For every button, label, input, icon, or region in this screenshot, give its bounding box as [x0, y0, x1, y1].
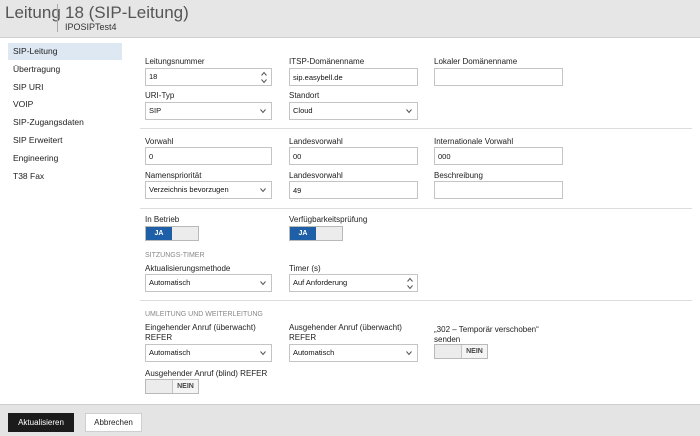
- methode-label: Aktualisierungsmethode: [145, 264, 231, 273]
- standort-select[interactable]: Cloud: [289, 102, 418, 120]
- in-betrieb-label: In Betrieb: [145, 215, 180, 224]
- in-betrieb-toggle[interactable]: JA: [145, 226, 199, 241]
- footer-bar: Aktualisieren Abbrechen: [0, 404, 700, 436]
- sidebar-item-sip-uri[interactable]: SIP URI: [8, 79, 122, 96]
- internationale-vorwahl-input[interactable]: [434, 147, 563, 165]
- namensprioritaet-select[interactable]: Verzeichnis bevorzugen: [145, 181, 272, 199]
- session-timer-title: SITZUNGS-TIMER: [145, 252, 205, 259]
- standort-label: Standort: [289, 91, 320, 100]
- standort-value: Cloud: [293, 106, 313, 115]
- leitungsnummer-label: Leitungsnummer: [145, 57, 205, 66]
- incoming-label-line1: Eingehender Anruf (überwacht): [145, 323, 256, 332]
- methode-select[interactable]: Automatisch: [145, 274, 272, 292]
- chevron-down-icon: [260, 109, 266, 114]
- uri-typ-value: SIP: [149, 106, 162, 115]
- timer-stepper[interactable]: Auf Anforderung: [289, 274, 418, 292]
- page-subtitle: IPOSIPTest4: [65, 22, 117, 32]
- timer-label: Timer (s): [289, 264, 321, 273]
- incoming-label-line2: REFER: [145, 333, 173, 342]
- namensprioritaet-label: Namenspriorität: [145, 171, 202, 180]
- methode-value: Automatisch: [149, 278, 191, 287]
- landesvorwahl2-label: Landesvorwahl: [289, 171, 343, 180]
- cancel-button[interactable]: Abbrechen: [85, 413, 142, 432]
- sidebar-item-t38-fax[interactable]: T38 Fax: [8, 168, 122, 185]
- landesvorwahl-label: Landesvorwahl: [289, 137, 343, 146]
- update-button[interactable]: Aktualisieren: [8, 413, 74, 432]
- verfuegbarkeit-toggle[interactable]: JA: [289, 226, 343, 241]
- landesvorwahl2-input[interactable]: [289, 181, 418, 199]
- sidebar-item-engineering[interactable]: Engineering: [8, 150, 122, 167]
- header-category: Leitung: [5, 3, 61, 22]
- outgoing-refer-value: Automatisch: [293, 348, 335, 357]
- moved-302-state: NEIN: [461, 345, 487, 358]
- uri-typ-label: URI-Typ: [145, 91, 175, 100]
- itsp-domain-input[interactable]: [289, 68, 418, 86]
- header-separator: [57, 4, 58, 32]
- up-down-arrows-icon[interactable]: [407, 277, 413, 290]
- itsp-domain-label: ITSP-Domänenname: [289, 57, 365, 66]
- sidebar-nav: SIP-Leitung Übertragung SIP URI VOIP SIP…: [0, 38, 128, 404]
- vorwahl-label: Vorwahl: [145, 137, 174, 146]
- namensprioritaet-value: Verzeichnis bevorzugen: [149, 185, 229, 194]
- outgoing-refer-select[interactable]: Automatisch: [289, 344, 418, 362]
- section-divider: [140, 300, 692, 301]
- section-divider: [140, 208, 692, 209]
- blind-refer-state: NEIN: [172, 380, 198, 393]
- blind-refer-label: Ausgehender Anruf (blind) REFER: [145, 369, 268, 378]
- moved-label-line1: „302 – Temporär verschoben“: [434, 325, 539, 334]
- uri-typ-select[interactable]: SIP: [145, 102, 272, 120]
- forwarding-title: UMLEITUNG UND WEITERLEITUNG: [145, 311, 263, 318]
- sidebar-item-voip[interactable]: VOIP: [8, 96, 122, 113]
- timer-value: Auf Anforderung: [293, 278, 348, 287]
- beschreibung-label: Beschreibung: [434, 171, 483, 180]
- moved-302-toggle[interactable]: NEIN: [434, 344, 488, 359]
- outgoing-label-line2: REFER: [289, 333, 317, 342]
- incoming-refer-select[interactable]: Automatisch: [145, 344, 272, 362]
- page-title: 18 (SIP-Leitung): [65, 3, 189, 22]
- blind-refer-toggle[interactable]: NEIN: [145, 379, 199, 394]
- local-domain-input[interactable]: [434, 68, 563, 86]
- sidebar-item-sip-erweitert[interactable]: SIP Erweitert: [8, 132, 122, 149]
- sidebar-item-sip-zugangsdaten[interactable]: SIP-Zugangsdaten: [8, 114, 122, 131]
- incoming-refer-value: Automatisch: [149, 348, 191, 357]
- local-domain-label: Lokaler Domänenname: [434, 57, 518, 66]
- section-divider: [140, 128, 692, 129]
- sidebar-item-uebertragung[interactable]: Übertragung: [8, 61, 122, 78]
- verfuegbarkeit-label: Verfügbarkeitsprüfung: [289, 215, 368, 224]
- up-down-arrows-icon[interactable]: [261, 71, 267, 84]
- landesvorwahl-input[interactable]: [289, 147, 418, 165]
- sidebar-item-sip-leitung[interactable]: SIP-Leitung: [8, 43, 122, 60]
- in-betrieb-state: JA: [146, 227, 172, 240]
- vorwahl-input[interactable]: [145, 147, 272, 165]
- internationale-vorwahl-label: Internationale Vorwahl: [434, 137, 514, 146]
- beschreibung-input[interactable]: [434, 181, 563, 199]
- leitungsnummer-stepper[interactable]: 18: [145, 68, 272, 86]
- page-header: Leitung 18 (SIP-Leitung) IPOSIPTest4: [0, 0, 700, 38]
- leitungsnummer-value: 18: [149, 72, 158, 81]
- chevron-down-icon: [260, 281, 266, 286]
- verfuegbarkeit-state: JA: [290, 227, 316, 240]
- chevron-down-icon: [406, 351, 412, 356]
- chevron-down-icon: [260, 351, 266, 356]
- chevron-down-icon: [260, 188, 266, 193]
- chevron-down-icon: [406, 109, 412, 114]
- outgoing-label-line1: Ausgehender Anruf (überwacht): [289, 323, 402, 332]
